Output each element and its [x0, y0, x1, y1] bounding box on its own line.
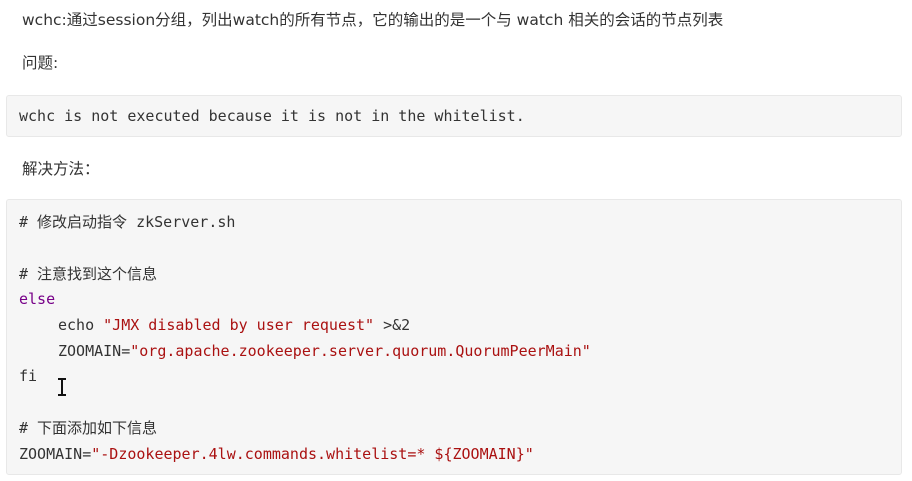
- comment-text: # 下面添加如下信息: [19, 419, 158, 437]
- code-comment-add: # 下面添加如下信息: [19, 419, 157, 437]
- code-line-else: else: [19, 290, 55, 308]
- code-line-fi: fi: [19, 367, 37, 385]
- echo-string: "JMX disabled by user request": [103, 316, 375, 334]
- code-comment-modify: # 修改启动指令 zkServer.sh: [19, 213, 235, 231]
- error-code-block[interactable]: wchc is not executed because it is not i…: [6, 95, 902, 137]
- comment-text: # 修改启动指令 zkServer.sh: [19, 213, 236, 231]
- keyword-else: else: [19, 290, 56, 308]
- zoomain-value: "-Dzookeeper.4lw.commands.whitelist=* ${…: [91, 445, 534, 463]
- zoomain-assign: ZOOMAIN=: [58, 342, 131, 360]
- echo-command: echo: [58, 316, 104, 334]
- solution-code-block[interactable]: # 修改启动指令 zkServer.sh # 注意找到这个信息 else ech…: [6, 199, 902, 475]
- zoomain-assign: ZOOMAIN=: [19, 445, 92, 463]
- code-line-echo: echo "JMX disabled by user request" >&2: [58, 316, 410, 334]
- problem-heading: 问题:: [22, 54, 59, 72]
- solution-heading: 解决方法：: [22, 160, 100, 178]
- zoomain-value: "org.apache.zookeeper.server.quorum.Quor…: [130, 342, 591, 360]
- code-line-zoomain-2: ZOOMAIN="-Dzookeeper.4lw.commands.whitel…: [19, 445, 534, 463]
- text-cursor-icon: [58, 378, 66, 396]
- code-comment-find: # 注意找到这个信息: [19, 265, 157, 283]
- intro-paragraph: wchc:通过session分组，列出watch的所有节点，它的输出的是一个与 …: [22, 11, 724, 29]
- comment-text: # 注意找到这个信息: [19, 265, 158, 283]
- echo-redirect: >&2: [374, 316, 411, 334]
- keyword-fi: fi: [19, 367, 38, 385]
- error-message-line: wchc is not executed because it is not i…: [19, 107, 525, 125]
- code-line-zoomain-1: ZOOMAIN="org.apache.zookeeper.server.quo…: [58, 342, 591, 360]
